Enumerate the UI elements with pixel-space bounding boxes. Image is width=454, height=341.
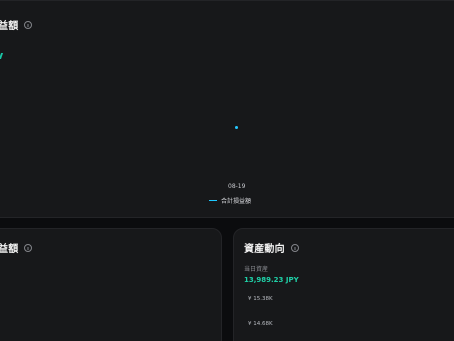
total-pnl-title: 益額 <box>0 21 19 32</box>
info-icon[interactable] <box>24 20 33 29</box>
asset-trend-title: 資産動向 <box>244 244 285 255</box>
total-pnl-title-row: 益額 <box>0 17 33 32</box>
y-axis-label: ¥ 15.38K <box>248 296 273 302</box>
chart-date-label: 08-19 <box>228 183 246 190</box>
y-axis-label: ¥ 14.68K <box>248 321 273 327</box>
info-icon[interactable] <box>290 243 299 252</box>
legend-label: 合計損益額 <box>221 198 252 205</box>
today-asset-value: 13,989.23 JPY <box>244 276 299 284</box>
info-icon[interactable] <box>24 243 33 252</box>
pnl-card-left-title-row: 益額 <box>0 240 33 255</box>
total-pnl-card <box>0 0 454 218</box>
pnl-card-left-title: 益額 <box>0 244 19 255</box>
asset-trend-title-row: 資産動向 <box>244 240 299 255</box>
pnl-card-left <box>0 228 222 341</box>
today-asset-label: 当日資産 <box>244 266 269 273</box>
dashboard-root: 益額 08-19 合計損益額 益額 資産動向 当日資産 13,989.23 JP… <box>0 0 454 341</box>
chart-legend: 合計損益額 <box>209 196 251 205</box>
chart-point <box>235 126 238 129</box>
legend-line <box>209 200 217 201</box>
